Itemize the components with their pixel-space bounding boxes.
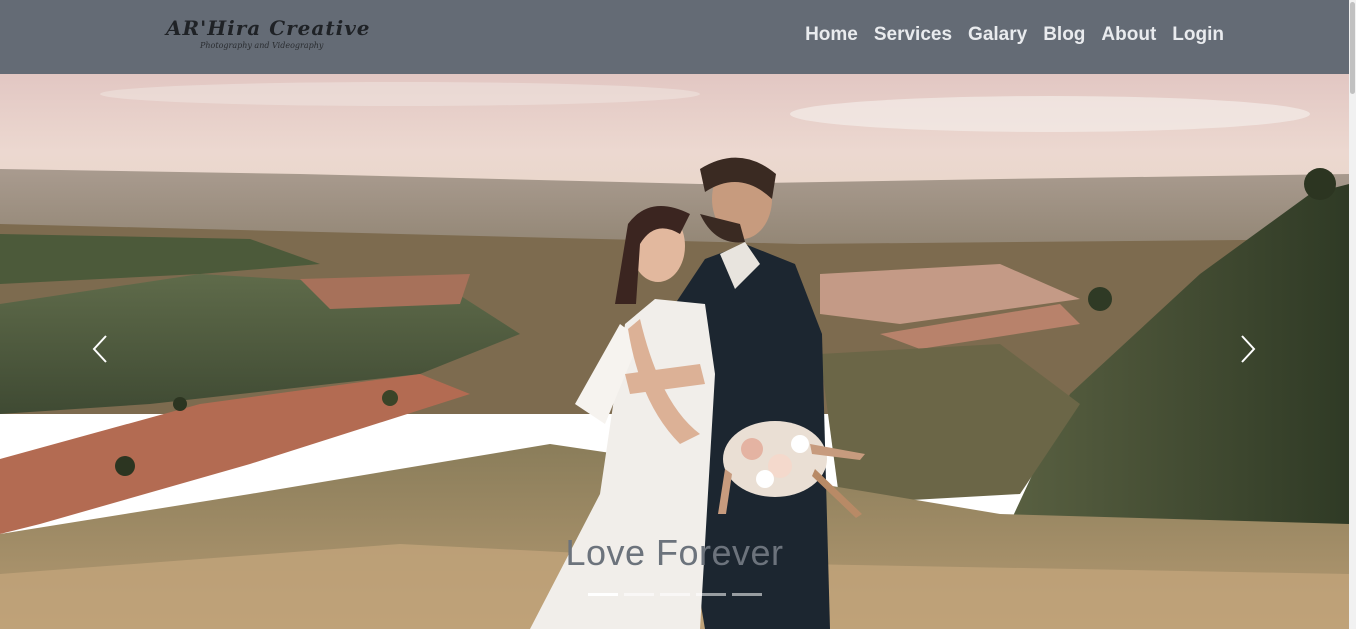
brand-subtitle: Photography and Videography [200,41,324,50]
nav-link-login[interactable]: Login [1172,24,1224,46]
carousel-indicators [588,593,762,596]
carousel-prev-button[interactable] [86,332,116,366]
carousel-caption: Love Forever [565,532,784,573]
page-scrollbar[interactable] [1349,0,1356,629]
nav-link-home[interactable]: Home [805,24,858,46]
chevron-right-icon [1241,335,1256,363]
carousel-indicator-2[interactable] [624,593,654,596]
nav-menu: Home Services Galary Blog About Login [805,24,1224,46]
brand-title: AR'Hira Creative [166,16,371,40]
scrollbar-thumb[interactable] [1350,2,1355,94]
carousel-indicator-4[interactable] [696,593,726,596]
carousel-next-button[interactable] [1232,332,1262,366]
chevron-left-icon [92,335,107,363]
carousel-indicator-3[interactable] [660,593,690,596]
nav-link-about[interactable]: About [1101,24,1156,46]
brand-logo[interactable]: AR'Hira Creative Photography and Videogr… [166,16,371,62]
hero-carousel: Love Forever [0,74,1349,629]
nav-link-galary[interactable]: Galary [968,24,1027,46]
carousel-indicator-5[interactable] [732,593,762,596]
navbar: AR'Hira Creative Photography and Videogr… [0,0,1349,74]
nav-link-services[interactable]: Services [874,24,952,46]
nav-link-blog[interactable]: Blog [1043,24,1085,46]
carousel-indicator-1[interactable] [588,593,618,596]
